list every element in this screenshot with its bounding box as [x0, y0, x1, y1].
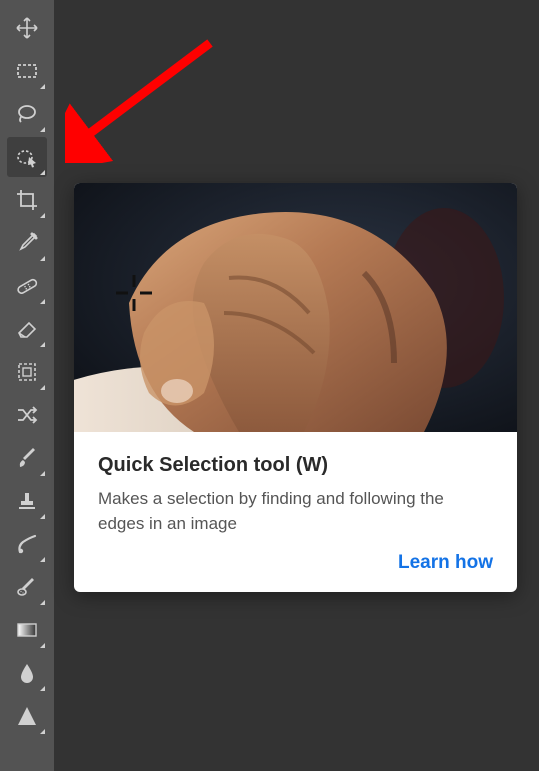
triangle-icon: [15, 704, 39, 728]
flyout-indicator-icon: [40, 471, 45, 476]
cookie-cutter-icon: [15, 360, 39, 384]
eraser-tool[interactable]: [7, 309, 47, 349]
random-tool[interactable]: [7, 395, 47, 435]
shape-tool[interactable]: [7, 696, 47, 736]
sponge-tool[interactable]: [7, 567, 47, 607]
gradient-icon: [15, 618, 39, 642]
flyout-indicator-icon: [40, 213, 45, 218]
flyout-indicator-icon: [40, 170, 45, 175]
clone-stamp-tool[interactable]: [7, 481, 47, 521]
lasso-icon: [15, 102, 39, 126]
flyout-indicator-icon: [40, 256, 45, 261]
rectangular-marquee-icon: [15, 59, 39, 83]
spot-healing-brush-tool[interactable]: [7, 266, 47, 306]
flyout-indicator-icon: [40, 84, 45, 89]
flyout-indicator-icon: [40, 299, 45, 304]
brush-icon: [15, 446, 39, 470]
tooltip-title: Quick Selection tool (W): [98, 454, 493, 477]
tool-tooltip: Quick Selection tool (W) Makes a selecti…: [74, 183, 517, 592]
flyout-indicator-icon: [40, 729, 45, 734]
stamp-icon: [15, 489, 39, 513]
flyout-indicator-icon: [40, 686, 45, 691]
crop-icon: [15, 188, 39, 212]
learn-how-link[interactable]: Learn how: [398, 552, 493, 573]
quick-selection-tool[interactable]: [7, 137, 47, 177]
gradient-tool[interactable]: [7, 610, 47, 650]
move-icon: [15, 16, 39, 40]
toolbar: [0, 0, 54, 771]
flyout-indicator-icon: [40, 342, 45, 347]
blur-tool[interactable]: [7, 653, 47, 693]
rectangular-marquee-tool[interactable]: [7, 51, 47, 91]
tooltip-preview-image: [74, 183, 517, 432]
crop-tool[interactable]: [7, 180, 47, 220]
droplet-icon: [15, 661, 39, 685]
brush-tool[interactable]: [7, 438, 47, 478]
flyout-indicator-icon: [40, 643, 45, 648]
shuffle-icon: [15, 403, 39, 427]
flyout-indicator-icon: [40, 557, 45, 562]
flyout-indicator-icon: [40, 600, 45, 605]
bandage-icon: [15, 274, 39, 298]
eraser-icon: [15, 317, 39, 341]
cookie-cutter-tool[interactable]: [7, 352, 47, 392]
flyout-indicator-icon: [40, 514, 45, 519]
lasso-tool[interactable]: [7, 94, 47, 134]
smudge-tool[interactable]: [7, 524, 47, 564]
eyedropper-tool[interactable]: [7, 223, 47, 263]
sponge-icon: [15, 575, 39, 599]
eyedropper-icon: [15, 231, 39, 255]
flyout-indicator-icon: [40, 127, 45, 132]
flyout-indicator-icon: [40, 385, 45, 390]
quick-selection-icon: [15, 145, 39, 169]
move-tool[interactable]: [7, 8, 47, 48]
tooltip-preview: [74, 183, 517, 432]
tooltip-description: Makes a selection by finding and followi…: [98, 487, 493, 536]
smudge-brush-icon: [15, 532, 39, 556]
